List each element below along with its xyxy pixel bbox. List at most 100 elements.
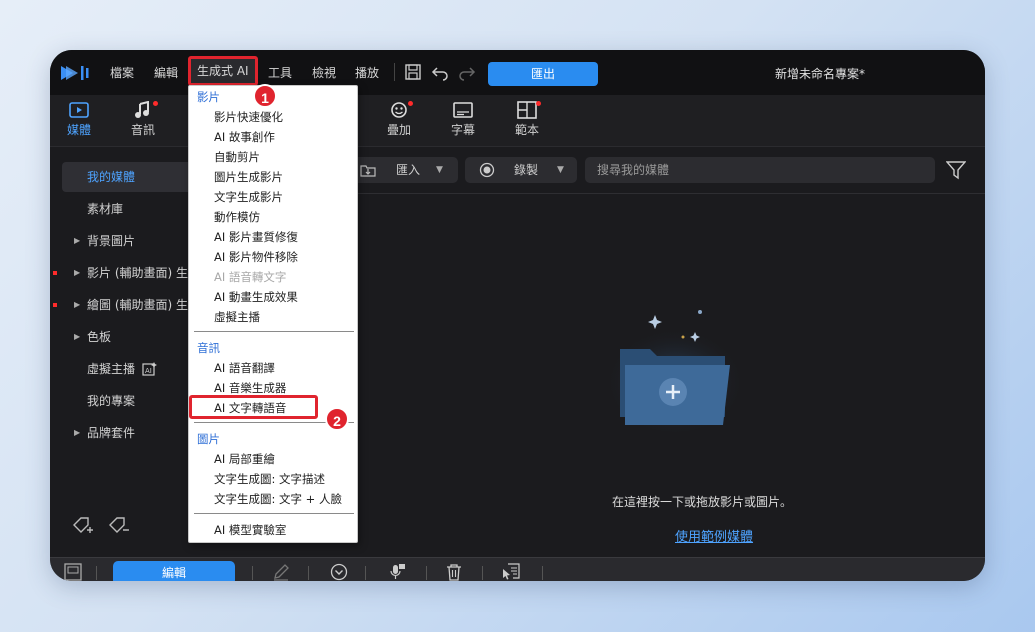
storyboard-icon[interactable] [64, 563, 82, 581]
select-cursor-icon[interactable] [502, 563, 520, 581]
expand-arrow-icon: ▶ [74, 332, 81, 341]
menu-separator [194, 331, 354, 332]
menu-play[interactable]: 播放 [355, 64, 379, 82]
trash-icon[interactable] [445, 563, 463, 581]
empty-state-text: 在這裡按一下或拖放影片或圖片。 [612, 495, 793, 509]
tool-subtitle-label: 字幕 [450, 123, 475, 137]
chevron-down-circle-icon[interactable] [330, 563, 348, 581]
search-input[interactable]: 搜尋我的媒體 [585, 157, 935, 183]
tool-overlay[interactable]: 疊加 [374, 101, 424, 138]
notification-dot [536, 101, 541, 106]
toolbar-divider [482, 566, 483, 580]
empty-folder-illustration[interactable] [605, 297, 745, 437]
sidebar-item-label: 繪圖 (輔助畫面) 生 [87, 298, 188, 312]
tool-overlay-label: 疊加 [386, 123, 411, 137]
tool-template-label: 範本 [514, 123, 539, 137]
step-badge-1: 1 [253, 84, 277, 108]
svg-text:AI: AI [145, 367, 152, 375]
pen-icon[interactable] [272, 563, 290, 581]
sidebar-item-backgrounds[interactable]: ▶ 背景圖片 [62, 226, 192, 256]
panel-divider [350, 193, 985, 194]
menu-tools[interactable]: 工具 [268, 64, 292, 82]
menu-item-model-lab[interactable]: AI 模型實驗室 [214, 522, 286, 538]
sidebar-item-video-generate[interactable]: ▶ 影片 (輔助畫面) 生 [62, 258, 192, 288]
remove-tag-icon[interactable] [108, 515, 130, 535]
record-button[interactable]: 錄製 ▼ [465, 157, 577, 183]
template-icon [517, 101, 537, 119]
sidebar-item-brand-kit[interactable]: ▶ 品牌套件 [62, 418, 192, 448]
menu-section-audio: 音訊 [197, 341, 220, 355]
expand-arrow-icon: ▶ [74, 268, 81, 277]
toolbar-divider [308, 566, 309, 580]
menu-item-voice-translate[interactable]: AI 語音翻譯 [214, 360, 275, 376]
tool-subtitle[interactable]: 字幕 [438, 101, 488, 138]
toolbar-divider [365, 566, 366, 580]
sidebar-item-label: 品牌套件 [87, 426, 136, 440]
toolbar-divider [426, 566, 427, 580]
menu-item-virtual-host[interactable]: 虛擬主播 [214, 309, 260, 325]
add-tag-icon[interactable] [72, 515, 94, 535]
tool-template[interactable]: 範本 [502, 101, 552, 138]
tool-media-label: 媒體 [66, 123, 91, 137]
microphone-icon[interactable] [388, 563, 406, 581]
menu-item-text-to-video[interactable]: 文字生成影片 [214, 189, 283, 205]
menu-view[interactable]: 檢視 [312, 64, 336, 82]
menu-item-image-to-video[interactable]: 圖片生成影片 [214, 169, 283, 185]
menu-item-motion-imitation[interactable]: 動作模仿 [214, 209, 260, 225]
menu-item-text-to-image[interactable]: 文字生成圖: 文字描述 [214, 471, 325, 487]
text-to-speech-highlight [189, 395, 318, 419]
step-badge-2: 2 [325, 407, 349, 431]
sidebar-item-color-board[interactable]: ▶ 色板 [62, 322, 192, 352]
sample-media-link[interactable]: 使用範例媒體 [675, 526, 753, 545]
music-note-icon [135, 101, 149, 118]
sidebar-item-my-media[interactable]: 我的媒體 [62, 162, 192, 192]
menu-edit[interactable]: 編輯 [154, 64, 178, 82]
menu-generative-ai[interactable]: 生成式 AI [188, 56, 258, 86]
subtitle-icon [453, 102, 473, 118]
import-folder-icon [360, 165, 376, 177]
bottom-toolbar: 編輯 [50, 557, 985, 581]
menu-item-video-restore[interactable]: AI 影片畫質修復 [214, 229, 298, 245]
menu-item-video-quick-optimize[interactable]: 影片快速優化 [214, 109, 283, 125]
media-panel: 匯入 ▼ 錄製 ▼ 搜尋我的媒體 在這裡按一下或拖放影片或圖片。 使用範例媒體 [350, 147, 985, 557]
sidebar-item-my-projects[interactable]: 我的專案 [62, 386, 192, 416]
ai-badge-icon: AI [142, 362, 157, 376]
menu-item-inpaint[interactable]: AI 局部重繪 [214, 451, 275, 467]
filter-icon[interactable] [946, 160, 966, 180]
menu-item-text-face-to-image[interactable]: 文字生成圖: 文字 + 人臉 [214, 491, 342, 507]
menu-file[interactable]: 檔案 [110, 64, 134, 82]
redo-icon[interactable] [458, 63, 476, 81]
expand-arrow-icon: ▶ [74, 428, 81, 437]
sidebar-item-library[interactable]: 素材庫 [62, 194, 192, 224]
sidebar-item-virtual-host[interactable]: 虛擬主播 AI [62, 354, 192, 384]
undo-icon[interactable] [431, 63, 449, 81]
record-icon [479, 162, 495, 178]
app-logo-icon [61, 66, 89, 80]
export-button[interactable]: 匯出 [488, 62, 598, 86]
menu-divider [394, 63, 395, 81]
expand-arrow-icon: ▶ [74, 236, 81, 245]
import-button[interactable]: 匯入 ▼ [350, 157, 458, 183]
media-icon [69, 102, 89, 118]
sidebar-item-label: 虛擬主播 [87, 362, 136, 376]
notification-dot [153, 101, 158, 106]
record-label: 錄製 [514, 163, 539, 177]
menu-section-video: 影片 [197, 90, 220, 104]
save-icon[interactable] [404, 63, 422, 81]
app-window: 檔案 編輯 生成式 AI 工具 檢視 播放 匯出 新增未命名專案* 媒體 音訊 … [50, 50, 985, 581]
sticker-icon [391, 102, 407, 118]
generative-ai-menu: 影片 影片快速優化 AI 故事創作 自動剪片 圖片生成影片 文字生成影片 動作模… [188, 85, 358, 543]
menu-item-animation-effect[interactable]: AI 動畫生成效果 [214, 289, 298, 305]
menu-item-music-generator[interactable]: AI 音樂生成器 [214, 380, 286, 396]
menu-item-auto-cut[interactable]: 自動剪片 [214, 149, 260, 165]
menu-item-object-removal[interactable]: AI 影片物件移除 [214, 249, 298, 265]
sidebar-item-drawing-generate[interactable]: ▶ 繪圖 (輔助畫面) 生 [62, 290, 192, 320]
tool-media[interactable]: 媒體 [54, 101, 104, 138]
toolbar-divider [96, 566, 97, 580]
sidebar-item-label: 色板 [87, 330, 112, 344]
project-title: 新增未命名專案* [775, 67, 866, 81]
tool-audio[interactable]: 音訊 [118, 101, 168, 138]
edit-button[interactable]: 編輯 [113, 561, 235, 581]
menu-item-ai-story[interactable]: AI 故事創作 [214, 129, 275, 145]
toolbar-divider [252, 566, 253, 580]
